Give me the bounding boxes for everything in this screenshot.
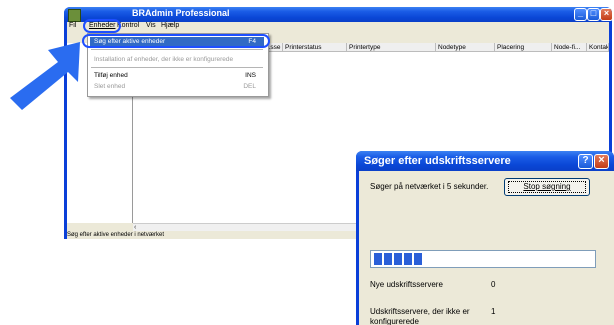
app-icon: [68, 9, 81, 22]
shortcut-ins: INS: [245, 72, 256, 79]
dialog-body: Søger på netværket i 5 sekunder. Stop sø…: [359, 171, 614, 325]
column-header[interactable]: Printertype: [347, 43, 436, 52]
maximize-icon: □: [590, 8, 597, 18]
progress-block: [394, 253, 402, 265]
menu-item-install-unconfigured[interactable]: Installation af enheder, der ikke er kon…: [94, 56, 233, 63]
menu-hjaelp[interactable]: Hjælp: [161, 22, 179, 29]
unconfigured-servers-label: Udskriftsservere, der ikke er: [370, 307, 470, 316]
close-icon: ×: [598, 154, 605, 166]
menu-separator: [91, 67, 263, 68]
progress-block: [414, 253, 422, 265]
progress-block: [404, 253, 412, 265]
help-button[interactable]: ?: [578, 154, 593, 169]
maximize-button[interactable]: □: [587, 8, 600, 21]
column-header[interactable]: Placering: [495, 43, 552, 52]
menu-vis[interactable]: Vis: [146, 22, 156, 29]
help-icon: ?: [582, 155, 589, 166]
menu-item-highlight-oval: [82, 34, 270, 48]
stop-search-button[interactable]: Stop søgning: [504, 178, 590, 196]
close-button[interactable]: ×: [600, 8, 612, 21]
window-title: BRAdmin Professional: [132, 8, 230, 18]
unconfigured-servers-label-line2: konfigurerede: [370, 317, 419, 325]
search-progress-bar: [370, 250, 596, 268]
dialog-close-button[interactable]: ×: [594, 154, 609, 169]
pointer-arrow-icon: [10, 42, 80, 110]
column-header[interactable]: Nodetype: [436, 43, 495, 52]
progress-block: [384, 253, 392, 265]
menu-item-add-device[interactable]: Tilføj enhed: [94, 72, 128, 79]
column-header[interactable]: Kontakt: [587, 43, 609, 52]
column-header[interactable]: Printerstatus: [283, 43, 347, 52]
column-header[interactable]: Node-fi...: [552, 43, 587, 52]
focus-rectangle: [508, 181, 586, 193]
menu-bar: Fil Enheder Kontrol Vis Hjælp: [67, 22, 609, 32]
new-servers-count: 0: [491, 280, 496, 289]
unconfigured-servers-count: 1: [491, 307, 496, 316]
new-servers-label: Nye udskriftsservere: [370, 280, 443, 289]
minimize-button[interactable]: _: [574, 8, 587, 21]
scroll-left-icon[interactable]: ‹: [134, 224, 136, 231]
dialog-title: Søger efter udskriftsservere: [364, 155, 511, 167]
menu-highlight-oval: [83, 19, 121, 33]
shortcut-del: DEL: [243, 83, 256, 90]
close-icon: ×: [603, 8, 610, 18]
minimize-icon: _: [577, 8, 583, 18]
menu-item-delete-device[interactable]: Slet enhed: [94, 83, 125, 90]
search-progress-dialog: Søger efter udskriftsservere ? × Søger p…: [356, 151, 614, 325]
menu-separator: [91, 49, 263, 50]
title-bar[interactable]: BRAdmin Professional _ □ ×: [64, 7, 612, 22]
progress-block: [374, 253, 382, 265]
search-message: Søger på netværket i 5 sekunder.: [370, 182, 489, 191]
dialog-title-bar[interactable]: Søger efter udskriftsservere ? ×: [356, 151, 614, 171]
menu-fil[interactable]: Fil: [69, 22, 76, 29]
